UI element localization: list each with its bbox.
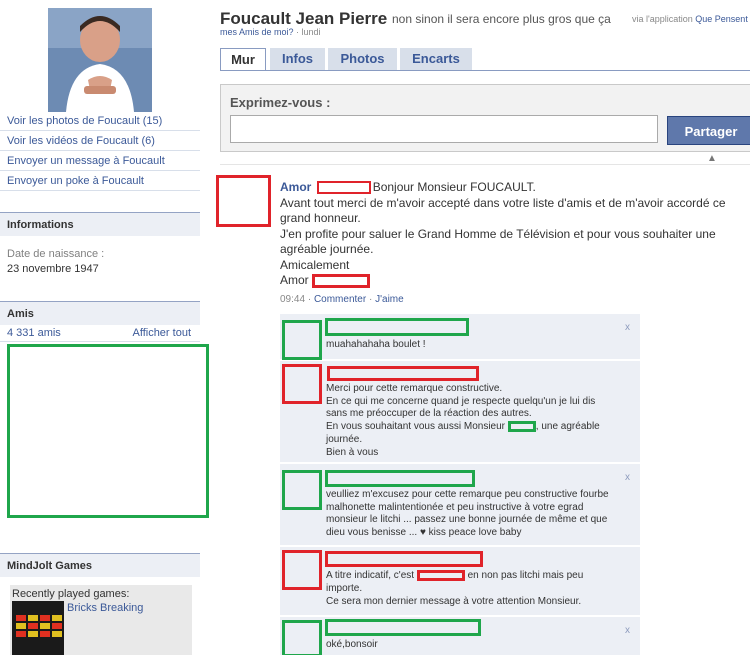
left-column: Voir les photos de Foucault (15) Voir le… [0, 0, 209, 655]
delete-comment-icon[interactable]: x [625, 625, 630, 636]
status-line2: mes Amis de moi? · lundi [220, 27, 321, 37]
via-prefix: via l'application [632, 14, 693, 24]
via-app-link[interactable]: Que Pensent [695, 14, 748, 24]
comment-avatar-redacted[interactable] [282, 550, 322, 590]
delete-comment-icon[interactable]: x [625, 472, 630, 483]
post-time: 09:44 [280, 294, 306, 305]
post-avatar-redacted[interactable] [216, 175, 271, 227]
tab-wall[interactable]: Mur [220, 48, 266, 70]
comment-author-redacted[interactable] [325, 551, 483, 567]
comment-link[interactable]: Commenter [314, 294, 366, 305]
publisher-caret-icon: ▲ [707, 153, 717, 164]
friends-count[interactable]: 4 331 amis [7, 327, 61, 339]
recent-games-label: Recently played games: [12, 588, 130, 600]
comment-text: muahahahaha boulet ! [326, 339, 426, 350]
comment-line: Bien à vous [326, 446, 379, 458]
games-header: MindJolt Games [0, 553, 200, 577]
tab-info[interactable]: Infos [270, 48, 325, 70]
status-via: via l'application Que Pensent [632, 14, 748, 24]
friends-header: Amis [0, 301, 200, 325]
post-meta: 09:44 · Commenter · J'aime [280, 294, 404, 305]
comment-item: muahahahaha boulet ! x [280, 314, 640, 360]
meta-dot: · [368, 294, 373, 305]
post-body-2: J'en profite pour saluer le Grand Homme … [280, 226, 716, 257]
publisher-label: Exprimez-vous : [230, 95, 331, 110]
comment-author-redacted[interactable] [325, 470, 475, 487]
comment-author-redacted[interactable] [325, 619, 481, 636]
comment-author-redacted[interactable] [325, 318, 469, 336]
status-text: non sinon il sera encore plus gros que ç… [392, 12, 611, 26]
post-sign-2: Amor [280, 273, 309, 287]
publisher-input[interactable] [230, 115, 658, 143]
comment-line: Merci pour cette remarque constructive. [326, 383, 503, 394]
share-button[interactable]: Partager [667, 116, 750, 145]
games-box: Recently played games: Bricks Breaking [10, 585, 192, 655]
info-header: Informations [0, 212, 200, 236]
profile-actions: Voir les photos de Foucault (15) Voir le… [0, 111, 200, 191]
signature-surname-redacted [312, 273, 371, 288]
comment-author-redacted[interactable] [327, 366, 479, 381]
bricks-game-icon[interactable] [12, 601, 64, 655]
comment-item: oké,bonsoir x [280, 617, 640, 655]
name-redacted [416, 570, 465, 581]
comment-item: A titre indicatif, c'est en non pas litc… [280, 547, 640, 616]
view-videos-link[interactable]: Voir les vidéos de Foucault (6) [0, 131, 200, 151]
comment-avatar-redacted[interactable] [282, 320, 322, 360]
comment-line: En ce qui me concerne quand je respecte … [326, 395, 596, 420]
comment-line: En vous souhaitant vous aussi Monsieur [326, 421, 505, 433]
comment-avatar-redacted[interactable] [282, 620, 322, 655]
post-author-link[interactable]: Amor [280, 180, 311, 194]
tab-photos[interactable]: Photos [328, 48, 397, 70]
birthdate-label: Date de naissance : [7, 248, 105, 260]
brick-grid-icon [12, 601, 64, 655]
delete-comment-icon[interactable]: x [625, 322, 630, 333]
feed-separator [220, 164, 750, 165]
comment-avatar-redacted[interactable] [282, 364, 322, 404]
via-app-link-cont[interactable]: mes Amis de moi? [220, 27, 294, 37]
see-all-friends-link[interactable]: Afficher tout [133, 327, 192, 339]
comment-text: A titre indicatif, c'est en non pas litc… [326, 570, 616, 608]
comment-line: Ce sera mon dernier message à votre atte… [326, 595, 582, 607]
birthdate-value: 23 novembre 1947 [7, 263, 99, 275]
friends-grid-redacted [7, 344, 209, 518]
comment-line: A titre indicatif, c'est [326, 570, 415, 582]
name-redacted [507, 421, 536, 433]
profile-photo-image [48, 8, 152, 112]
profile-photo[interactable] [48, 8, 152, 112]
status-time: · lundi [296, 27, 321, 37]
comment-text: Merci pour cette remarque constructive. … [326, 383, 616, 459]
comment-item: Merci pour cette remarque constructive. … [280, 361, 640, 463]
tab-boxes[interactable]: Encarts [400, 48, 472, 70]
author-surname-redacted [316, 181, 371, 195]
post-sign-1: Amicalement [280, 257, 350, 272]
send-poke-link[interactable]: Envoyer un poke à Foucault [0, 171, 200, 191]
post-greeting: Bonjour Monsieur FOUCAULT. [372, 180, 536, 194]
comment-item: veulliez m'excusez pour cette remarque p… [280, 464, 640, 546]
publisher-box: Exprimez-vous : Partager [220, 84, 750, 152]
like-link[interactable]: J'aime [375, 294, 404, 305]
comment-text: veulliez m'excusez pour cette remarque p… [326, 489, 609, 539]
wall-post: Amor Bonjour Monsieur FOUCAULT. Avant to… [280, 180, 750, 289]
friends-bar: 4 331 amis Afficher tout [0, 325, 200, 342]
send-message-link[interactable]: Envoyer un message à Foucault [0, 151, 200, 171]
comment-text: oké,bonsoir [326, 639, 378, 650]
comment-avatar-redacted[interactable] [282, 470, 322, 510]
post-body-1: Avant tout merci de m'avoir accepté dans… [280, 195, 726, 226]
meta-dot: · [307, 294, 312, 305]
tab-divider [220, 70, 750, 71]
view-photos-link[interactable]: Voir les photos de Foucault (15) [0, 111, 200, 131]
profile-name: Foucault Jean Pierre [220, 9, 388, 28]
bricks-breaking-link[interactable]: Bricks Breaking [67, 602, 143, 614]
